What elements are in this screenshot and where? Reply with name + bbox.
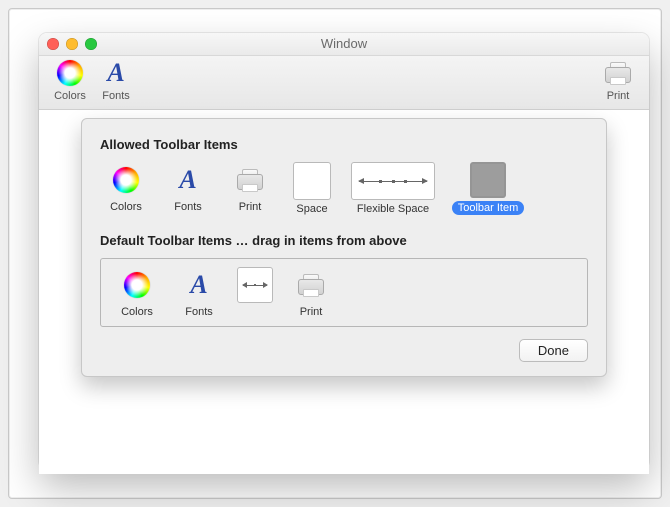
allowed-item-space[interactable]: Space (286, 162, 338, 215)
allowed-item-custom[interactable]: Toolbar Item (448, 162, 528, 215)
item-label: Colors (121, 306, 153, 318)
allowed-items-title: Allowed Toolbar Items (100, 137, 588, 152)
toolbar-print[interactable]: Print (595, 59, 641, 102)
done-button[interactable]: Done (519, 339, 588, 362)
minimize-icon[interactable] (66, 38, 78, 50)
default-item-fonts[interactable]: A Fonts (173, 267, 225, 318)
design-canvas: Window Colors A Fonts Print Allowed Tool… (8, 8, 662, 499)
item-label: Fonts (174, 201, 202, 213)
printer-icon (236, 168, 264, 192)
space-icon (293, 162, 331, 200)
toolbar-label: Print (607, 90, 630, 102)
default-items-box[interactable]: Colors A Fonts Print (100, 258, 588, 327)
item-label: Flexible Space (357, 203, 429, 215)
toolbar-fonts[interactable]: A Fonts (93, 59, 139, 102)
close-icon[interactable] (47, 38, 59, 50)
app-window: Window Colors A Fonts Print Allowed Tool… (39, 33, 649, 469)
allowed-items-row: Colors A Fonts Print Space (100, 162, 588, 215)
color-wheel-icon (124, 272, 150, 298)
flexible-space-icon (237, 267, 273, 303)
fonts-icon: A (107, 60, 124, 86)
toolbar: Colors A Fonts Print (39, 56, 649, 110)
toolbar-colors[interactable]: Colors (47, 59, 93, 102)
item-label: Print (300, 306, 323, 318)
allowed-item-fonts[interactable]: A Fonts (162, 162, 214, 215)
zoom-icon[interactable] (85, 38, 97, 50)
default-item-flexible-space[interactable] (235, 267, 275, 318)
color-wheel-icon (57, 60, 83, 86)
customize-toolbar-sheet: Allowed Toolbar Items Colors A Fonts Pri… (81, 118, 607, 377)
default-item-colors[interactable]: Colors (111, 267, 163, 318)
titlebar: Window (39, 33, 649, 56)
fonts-icon: A (179, 167, 196, 193)
toolbar-label: Colors (54, 90, 86, 102)
printer-icon (297, 273, 325, 297)
printer-icon (604, 61, 632, 85)
item-label: Fonts (185, 306, 213, 318)
window-content: Allowed Toolbar Items Colors A Fonts Pri… (39, 110, 649, 474)
item-label (253, 306, 256, 318)
window-title: Window (321, 36, 367, 51)
allowed-item-colors[interactable]: Colors (100, 162, 152, 215)
default-item-print[interactable]: Print (285, 267, 337, 318)
fonts-icon: A (190, 272, 207, 298)
item-label: Colors (110, 201, 142, 213)
item-label: Space (296, 203, 327, 215)
default-items-title: Default Toolbar Items … drag in items fr… (100, 233, 588, 248)
flexible-space-icon (351, 162, 435, 200)
custom-toolbar-item-icon (470, 162, 506, 198)
toolbar-label: Fonts (102, 90, 130, 102)
window-controls (47, 38, 97, 50)
color-wheel-icon (113, 167, 139, 193)
allowed-item-flexible-space[interactable]: Flexible Space (348, 162, 438, 215)
item-label: Print (239, 201, 262, 213)
item-label-selected: Toolbar Item (452, 201, 525, 215)
allowed-item-print[interactable]: Print (224, 162, 276, 215)
